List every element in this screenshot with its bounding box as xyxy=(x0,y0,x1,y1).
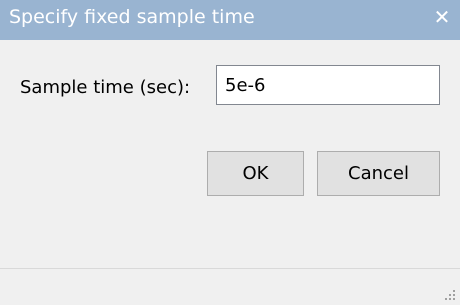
status-bar xyxy=(0,268,460,305)
sample-time-input[interactable] xyxy=(216,65,440,105)
cancel-button[interactable]: Cancel xyxy=(317,151,440,196)
sample-time-label: Sample time (sec): xyxy=(20,77,191,98)
title-bar[interactable]: Specify fixed sample time ✕ xyxy=(0,0,460,40)
sample-time-dialog: Specify fixed sample time ✕ Sample time … xyxy=(0,0,460,305)
close-icon[interactable]: ✕ xyxy=(430,5,454,29)
ok-button[interactable]: OK xyxy=(207,151,304,196)
dialog-title: Specify fixed sample time xyxy=(9,6,255,28)
resize-grip-icon[interactable] xyxy=(441,286,457,302)
